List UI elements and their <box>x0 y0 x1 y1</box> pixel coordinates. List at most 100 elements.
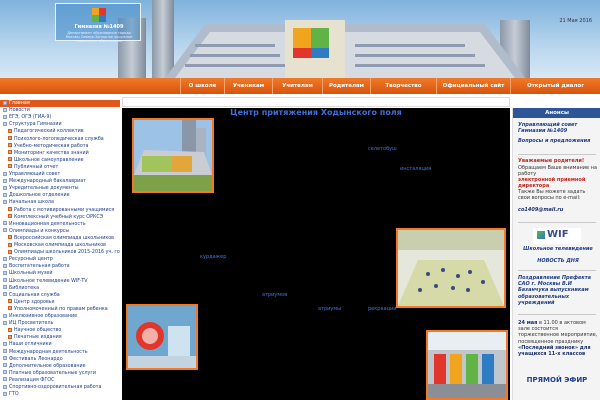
sidebar-item-label: Начальная школа <box>9 200 54 206</box>
live-broadcast-link[interactable]: ПРЯМОЙ ЭФИР <box>513 376 600 384</box>
bullet-icon <box>3 121 7 126</box>
sidebar-item[interactable]: Мониторинг качества знаний <box>0 150 120 157</box>
sidebar-item[interactable]: Педагогический коллектив <box>0 128 120 135</box>
hotspot-label[interactable]: курдажер <box>200 254 226 260</box>
sidebar-item-label: Публичный отчет <box>14 164 59 170</box>
nav-item-parents[interactable]: Родителям <box>322 78 370 94</box>
sidebar-item-label: Школьное самоуправление <box>14 157 84 163</box>
bullet-icon <box>3 313 7 318</box>
sidebar-item-label: Главная <box>9 101 30 106</box>
nav-item-creativity[interactable]: Творчество <box>370 78 436 94</box>
event-date: 24 мая <box>518 320 538 326</box>
bullet-icon <box>3 370 7 375</box>
sidebar-item[interactable]: ГТО <box>0 391 120 398</box>
hotspot-label[interactable]: инсталяция <box>400 166 431 172</box>
hotspot-label[interactable]: селетобуш <box>368 146 397 152</box>
wif-logo-text: WIF <box>547 229 569 240</box>
announcements-header: Анонсы <box>513 108 600 118</box>
sidebar-item-label: Инклюзивное образование <box>9 314 78 319</box>
bullet-icon <box>3 178 7 183</box>
bullet-icon <box>8 334 12 339</box>
sidebar-item[interactable]: Социальная служба <box>0 292 120 299</box>
wif-tv-logo[interactable]: WIF <box>533 228 581 244</box>
nav-item-teachers[interactable]: Учителям <box>272 78 322 94</box>
divider <box>518 314 596 315</box>
bullet-icon <box>3 363 7 368</box>
nav-item-official-site[interactable]: Официальный сайт <box>436 78 510 94</box>
sidebar-item[interactable]: ЕГЭ, ОГЭ (ГИА-9) <box>0 114 120 121</box>
hotspot-label[interactable]: рекреации <box>368 306 397 312</box>
sidebar-item[interactable]: Всероссийская олимпиада школьников <box>0 235 120 242</box>
bullet-icon <box>3 292 7 297</box>
sidebar-item-label: Школьный музей <box>9 271 53 277</box>
sidebar-item[interactable]: Школьный музей <box>0 270 120 277</box>
bullet-icon <box>3 114 7 119</box>
parents-heading: Уважаемые родители! <box>518 158 585 164</box>
logo-mark-icon <box>92 8 106 22</box>
sidebar-item-label: Всероссийская олимпиада школьников <box>14 235 114 241</box>
school-tv-link[interactable]: Школьное телевидение <box>518 246 598 252</box>
divider <box>518 222 596 223</box>
sidebar-item[interactable]: Наши отличники <box>0 341 120 348</box>
header-date: 21 Мая 2016 <box>559 18 592 24</box>
bullet-icon <box>3 185 7 190</box>
news-of-day-link[interactable]: НОВОСТЬ ДНЯ <box>518 258 598 264</box>
bullet-icon <box>3 199 7 204</box>
bullet-icon <box>8 242 12 247</box>
sidebar-item[interactable]: Дополнительное образование <box>0 363 120 370</box>
sidebar-item-label: Комплексный учебный курс ОРКСЭ <box>14 214 104 220</box>
sidebar-item-label: Спортивно-оздоровительная работа <box>9 385 102 390</box>
bullet-icon <box>3 285 7 290</box>
sidebar-item-label: Олимпиады школьников 2015-2016 уч. год <box>14 250 120 256</box>
sidebar-item[interactable]: Начальная школа <box>0 199 120 206</box>
parents-text: Обращаем Ваше внимание на работу <box>518 165 598 178</box>
questions-link[interactable]: Вопросы и предложения <box>518 138 598 144</box>
bullet-icon <box>3 320 7 325</box>
gym-photo[interactable] <box>396 228 506 308</box>
prefect-congrats-link[interactable]: Поздравление Префекта САО г. Москвы В.И … <box>518 275 598 306</box>
hotspot-label[interactable]: атриумов <box>262 292 287 298</box>
main-content: Центр притяжения Ходынского поля селетоб… <box>122 108 510 400</box>
bullet-icon <box>8 164 12 169</box>
sidebar-item[interactable]: Научное общество <box>0 327 120 334</box>
sidebar-item-label: Уполномоченный по правам ребенка <box>14 306 108 312</box>
bullet-icon <box>8 235 12 240</box>
sidebar-item-label: Учебно-методическая работа <box>14 143 89 149</box>
reception-link[interactable]: электронной приемной директора <box>518 177 598 189</box>
atrium-photo[interactable] <box>126 304 198 370</box>
sidebar-item-label: Педагогический коллектив <box>14 129 84 135</box>
sidebar-item-label: Наши отличники <box>9 342 52 348</box>
sidebar-item[interactable]: Учредительные документы <box>0 185 120 192</box>
hotspot-label[interactable]: атриумы <box>318 306 341 312</box>
sidebar-item[interactable]: Ресурсный центр <box>0 256 120 263</box>
building-photo[interactable] <box>132 118 214 193</box>
bullet-icon <box>3 171 7 176</box>
bullet-icon <box>8 128 12 133</box>
sidebar-item-label: Библиотека <box>9 285 40 291</box>
nav-item-open-dialog[interactable]: Открытый диалог <box>510 78 600 94</box>
nav-item-students[interactable]: Ученикам <box>224 78 272 94</box>
sidebar-item[interactable]: Уполномоченный по правам ребенка <box>0 306 120 313</box>
bullet-icon <box>3 356 7 361</box>
wif-logo-icon <box>537 231 545 239</box>
school-logo[interactable]: Гимназия №1409 Департамент образования г… <box>55 3 141 43</box>
sidebar-item-label: Реализация ФГОС <box>9 377 55 383</box>
school-building-image <box>165 20 525 78</box>
nav-item-about[interactable]: О школе <box>180 78 224 94</box>
sidebar-item-label: Инновационная деятельность <box>9 221 86 227</box>
sidebar-item[interactable]: Публичный отчет <box>0 164 120 171</box>
sidebar-item-label: Управляющий совет <box>9 172 61 177</box>
hall-photo[interactable] <box>426 330 508 400</box>
bullet-icon <box>3 100 7 105</box>
bullet-icon <box>8 136 12 140</box>
atrium-photo-image <box>128 306 196 368</box>
sidebar-item[interactable]: Реализация ФГОС <box>0 377 120 384</box>
bullet-icon <box>8 207 12 211</box>
council-link[interactable]: Управляющий совет Гимназии №1409 <box>518 122 598 134</box>
top-navigation: О школе Ученикам Учителям Родителям Твор… <box>0 78 600 94</box>
sidebar-item[interactable]: Инновационная деятельность <box>0 221 120 228</box>
sidebar-item-label: Дополнительное образование <box>9 363 86 369</box>
sidebar-item-label: Международная деятельность <box>9 349 88 355</box>
email-link[interactable]: co1409@mail.ru <box>518 207 598 213</box>
bullet-icon <box>8 249 12 254</box>
